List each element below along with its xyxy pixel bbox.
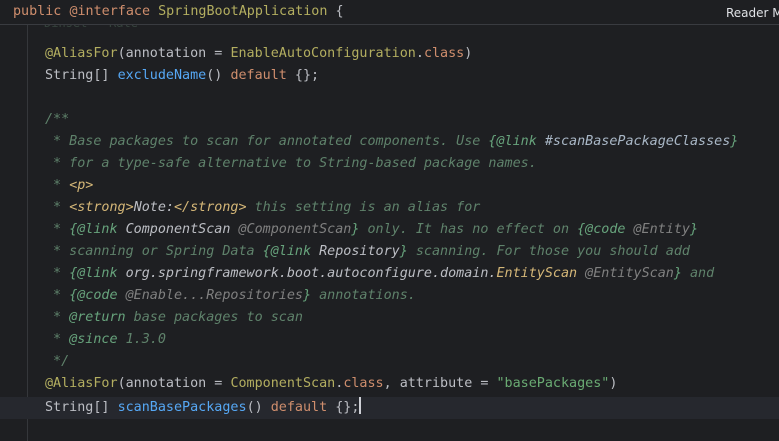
code-line-alias-for-base-packages[interactable]: @AliasFor(annotation = ComponentScan.cla… — [45, 373, 617, 395]
javadoc-open[interactable]: /** — [45, 109, 69, 131]
javadoc-text: * — [45, 200, 70, 215]
javadoc-line[interactable]: * for a type-safe alternative to String-… — [45, 153, 537, 175]
javadoc-tag: } — [689, 222, 699, 237]
code-line-exclude-name[interactable]: String[] excludeName() default {}; — [45, 65, 319, 87]
code-text: ) — [464, 46, 473, 61]
javadoc-tag: } — [730, 134, 739, 149]
javadoc-text: base packages to scan — [125, 310, 303, 325]
keyword-public: public — [13, 4, 62, 19]
code-text: . — [415, 46, 424, 61]
javadoc-tag: @since — [69, 332, 118, 347]
annotation[interactable]: @AliasFor — [45, 376, 118, 391]
html-tag: </strong> — [174, 200, 247, 215]
sticky-header[interactable]: public @interface SpringBootApplication … — [0, 0, 779, 25]
javadoc-link-label: @EntityScan — [577, 266, 674, 281]
javadoc-text: * Base packages to scan for annotated co… — [45, 134, 489, 149]
javadoc-text: * — [45, 332, 70, 347]
javadoc-link-reference[interactable]: EntityScan — [496, 266, 577, 281]
javadoc-code: @Entity — [633, 222, 690, 237]
code-text: (annotation = — [117, 46, 231, 61]
method-name[interactable]: excludeName — [118, 68, 207, 83]
code-text: ) — [609, 376, 618, 391]
open-brace: { — [327, 4, 344, 19]
javadoc-link-reference[interactable]: Repository — [319, 244, 400, 259]
method-name[interactable]: scanBasePackages — [118, 400, 247, 415]
javadoc-tag: {@code — [69, 288, 126, 303]
javadoc-package: org.springframework.boot.autoconfigure.d… — [125, 266, 497, 281]
javadoc-tag: } — [399, 244, 408, 259]
javadoc-text: * — [45, 288, 70, 303]
javadoc-code: @Enable...Repositories — [125, 288, 303, 303]
javadoc-text: * — [45, 178, 70, 193]
javadoc-line[interactable]: * @since 1.3.0 — [45, 329, 166, 351]
javadoc-text: annotations. — [311, 288, 416, 303]
javadoc-text: /** — [45, 112, 70, 127]
javadoc-line[interactable]: * <p> — [45, 175, 93, 197]
javadoc-text: only. It has no effect on — [359, 222, 578, 237]
code-text: , attribute = — [383, 376, 497, 391]
javadoc-line[interactable]: * Base packages to scan for annotated co… — [45, 131, 738, 153]
javadoc-tag: } — [303, 288, 312, 303]
code-text: () — [246, 400, 271, 415]
javadoc-tag: {@code — [577, 222, 634, 237]
javadoc-text: * for a type-safe alternative to String-… — [45, 156, 537, 171]
code-editor[interactable]: Dinset Rate public @interface SpringBoot… — [0, 0, 779, 441]
keyword-default: default — [230, 68, 287, 83]
code-text: (annotation = — [117, 376, 231, 391]
class-reference[interactable]: ComponentScan — [230, 376, 335, 391]
javadoc-text: and — [681, 266, 715, 281]
javadoc-tag: {@link — [262, 244, 320, 259]
javadoc-close[interactable]: */ — [45, 351, 69, 373]
javadoc-text: * — [45, 310, 70, 325]
code-text: {}; — [327, 400, 360, 415]
return-type: String[] — [45, 68, 118, 83]
javadoc-line[interactable]: * {@link org.springframework.boot.autoco… — [45, 263, 714, 285]
indent-guide — [27, 24, 28, 441]
javadoc-link-reference[interactable]: ComponentScan — [126, 222, 231, 237]
html-tag: <strong> — [69, 200, 134, 215]
javadoc-text: * scanning or Spring Data — [45, 244, 263, 259]
class-name[interactable]: SpringBootApplication — [158, 4, 327, 19]
code-line-scan-base-packages[interactable]: String[] scanBasePackages() default {}; — [45, 397, 362, 419]
javadoc-tag: } — [673, 266, 682, 281]
javadoc-note: Note: — [133, 200, 174, 215]
text-caret — [359, 397, 362, 414]
keyword-default: default — [270, 400, 328, 415]
javadoc-tag: {@link — [69, 266, 126, 281]
keyword-interface: @interface — [69, 4, 151, 19]
html-tag: <p> — [69, 178, 94, 193]
javadoc-tag: @return — [69, 310, 126, 325]
javadoc-line[interactable]: * scanning or Spring Data {@link Reposit… — [45, 241, 690, 263]
keyword: class — [343, 376, 384, 391]
annotation[interactable]: @AliasFor — [45, 46, 118, 61]
javadoc-tag: {@link — [488, 134, 545, 149]
keyword: class — [423, 46, 465, 61]
javadoc-link-label: @ComponentScan — [230, 222, 352, 237]
javadoc-text: * — [45, 222, 70, 237]
javadoc-line[interactable]: * <strong>Note:</strong> this setting is… — [45, 197, 480, 219]
javadoc-link-reference[interactable]: #scanBasePackageClasses — [545, 134, 730, 149]
code-line-alias-for-exclude[interactable]: @AliasFor(annotation = EnableAutoConfigu… — [45, 43, 472, 65]
sticky-class-declaration[interactable]: public @interface SpringBootApplication … — [13, 1, 344, 23]
code-text: () — [206, 68, 231, 83]
return-type: String[] — [45, 400, 118, 415]
javadoc-text: scanning. For those you should add — [407, 244, 690, 259]
javadoc-text: this setting is an alias for — [246, 200, 481, 215]
javadoc-tag: {@link — [69, 222, 126, 237]
code-text: {}; — [286, 68, 320, 83]
javadoc-text: */ — [45, 354, 70, 369]
javadoc-line[interactable]: * {@link ComponentScan @ComponentScan} o… — [45, 219, 698, 241]
javadoc-text: * — [45, 266, 70, 281]
javadoc-line[interactable]: * @return base packages to scan — [45, 307, 303, 329]
string-literal: "basePackages" — [496, 376, 610, 391]
class-reference[interactable]: EnableAutoConfiguration — [230, 46, 415, 61]
javadoc-text: 1.3.0 — [117, 332, 166, 347]
javadoc-line[interactable]: * {@code @Enable...Repositories} annotat… — [45, 285, 416, 307]
reader-mode-button[interactable]: Reader M — [726, 6, 779, 20]
